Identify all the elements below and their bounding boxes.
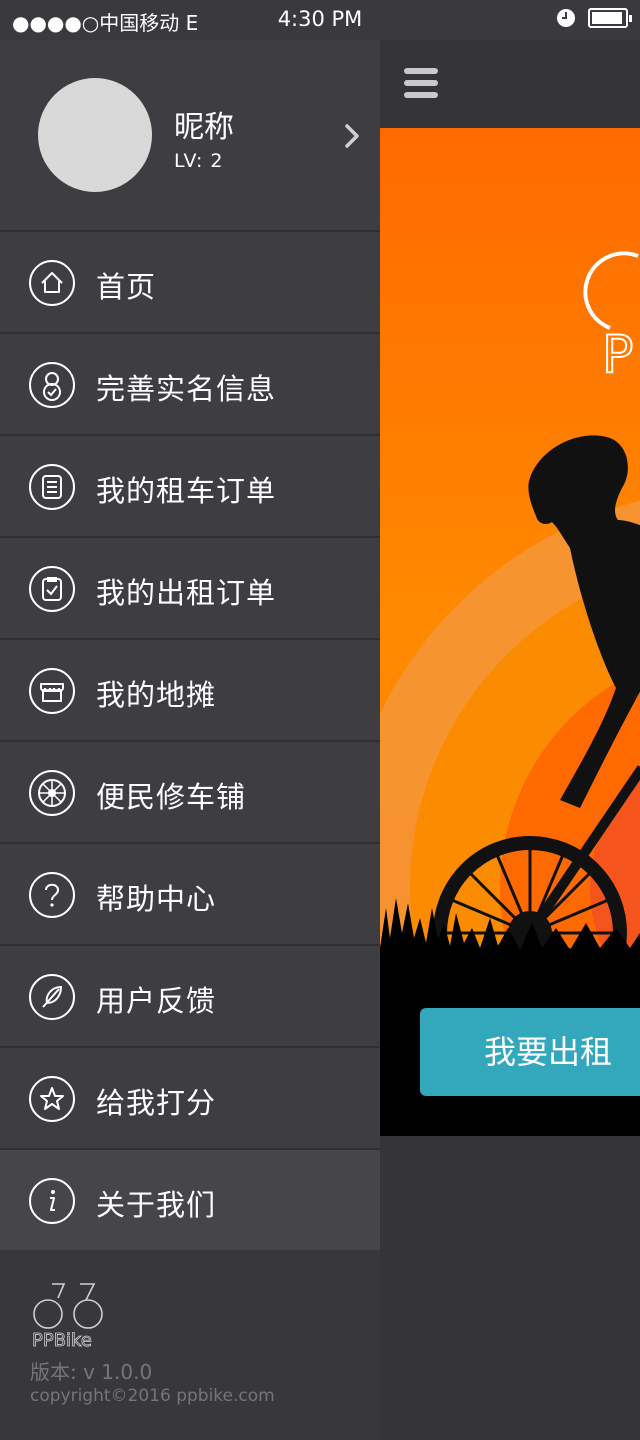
chevron-right-icon[interactable]	[342, 122, 362, 150]
menu-item-rate[interactable]: 给我打分	[0, 1046, 380, 1148]
info-icon	[29, 1178, 75, 1224]
user-level: LV: 2	[174, 150, 224, 172]
menu-label: 关于我们	[96, 1188, 217, 1222]
home-icon	[29, 260, 75, 306]
menu-item-feedback[interactable]: 用户反馈	[0, 944, 380, 1046]
drawer-footer: PPBike 版本: v 1.0.0 copyright©2016 ppbike…	[0, 1250, 380, 1440]
ppbike-logo: PPBike	[32, 1283, 103, 1350]
stall-icon	[29, 668, 75, 714]
feather-icon	[29, 974, 75, 1020]
alarm-icon	[557, 9, 575, 27]
menu-item-real-name[interactable]: 完善实名信息	[0, 332, 380, 434]
order-list-icon	[29, 464, 75, 510]
status-time: 4:30 PM	[277, 7, 363, 31]
menu-item-help[interactable]: 帮助中心	[0, 842, 380, 944]
menu-label: 给我打分	[96, 1086, 217, 1120]
menu-label: 首页	[96, 270, 157, 304]
menu-label: 便民修车铺	[96, 780, 247, 814]
app-version: 版本: v 1.0.0	[30, 1360, 153, 1384]
nickname: 昵称	[174, 110, 234, 145]
menu-item-stall[interactable]: 我的地摊	[0, 638, 380, 740]
status-bar: ●●●●○中国移动 E 4:30 PM	[0, 0, 640, 40]
logo-text: PPBike	[32, 1330, 92, 1350]
menu-item-repair-shop[interactable]: 便民修车铺	[0, 740, 380, 842]
copyright-text: copyright©2016 ppbike.com	[30, 1386, 275, 1406]
menu-item-rent-orders[interactable]: 我的租车订单	[0, 434, 380, 536]
rental-order-icon	[29, 566, 75, 612]
avatar[interactable]	[38, 78, 152, 192]
profile-header[interactable]: 昵称 LV: 2	[0, 40, 380, 230]
rent-out-button[interactable]: 我要出租	[420, 1008, 640, 1096]
menu-item-home[interactable]: 首页	[0, 230, 380, 332]
menu-label: 用户反馈	[96, 984, 217, 1018]
menu-item-about[interactable]: 关于我们	[0, 1148, 380, 1250]
main-content: P 我要出租	[380, 40, 640, 1440]
banner-logo-text: P	[602, 325, 633, 385]
menu-label: 完善实名信息	[96, 372, 277, 406]
side-drawer: 昵称 LV: 2 首页 完善实名信息 我的租车订单 我的出租订单 我的地摊 便民…	[0, 40, 380, 1440]
menu-label: 我的出租订单	[96, 576, 277, 610]
star-icon	[29, 1076, 75, 1122]
menu-label: 我的租车订单	[96, 474, 277, 508]
cyclist-silhouette-illustration: P	[380, 128, 640, 1136]
hamburger-menu-icon[interactable]	[404, 66, 440, 100]
drawer-menu: 首页 完善实名信息 我的租车订单 我的出租订单 我的地摊 便民修车铺 帮助中心 …	[0, 230, 380, 1250]
battery-icon	[588, 8, 632, 28]
menu-label: 帮助中心	[96, 882, 217, 916]
user-verify-icon	[29, 362, 75, 408]
help-icon	[29, 872, 75, 918]
menu-item-rental-orders[interactable]: 我的出租订单	[0, 536, 380, 638]
wheel-icon	[29, 770, 75, 816]
menu-label: 我的地摊	[96, 678, 217, 712]
banner-image: P	[380, 128, 640, 1136]
